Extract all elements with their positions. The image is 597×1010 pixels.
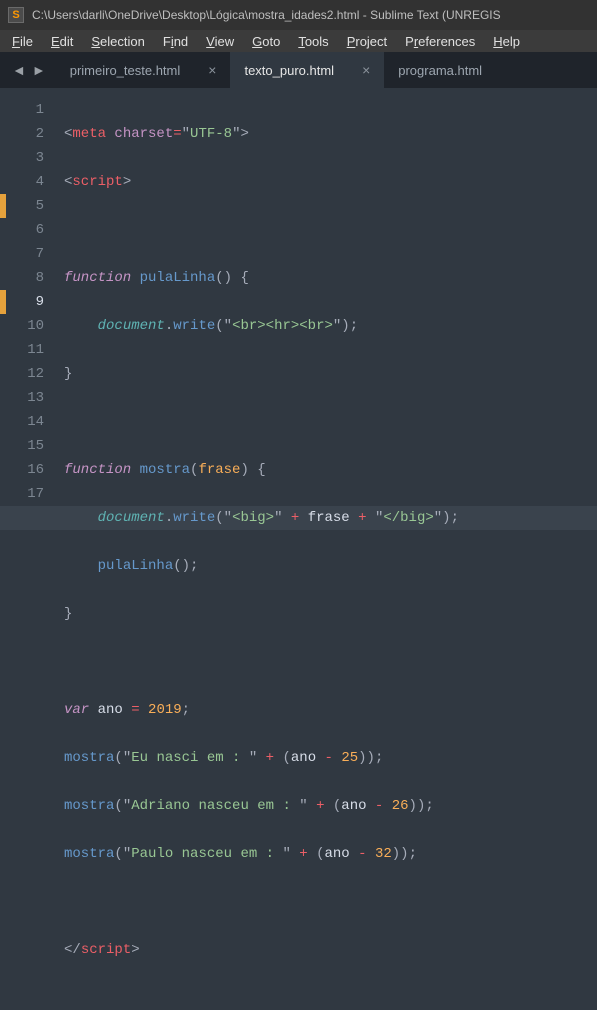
app-logo-icon: S <box>8 7 24 23</box>
editor[interactable]: 1 2 3 4 5 6 7 8 9 10 11 12 13 14 15 16 1… <box>0 88 597 512</box>
tab-label: texto_puro.html <box>244 63 334 78</box>
code-line: pulaLinha(); <box>64 554 459 578</box>
menu-file[interactable]: File <box>4 32 41 51</box>
code-line: } <box>64 602 459 626</box>
code-line: var ano = 2019; <box>64 698 459 722</box>
line-number: 7 <box>10 242 44 266</box>
line-number: 8 <box>10 266 44 290</box>
code-line: </script> <box>64 938 459 962</box>
bookmark-marker <box>0 290 6 314</box>
line-number: 2 <box>10 122 44 146</box>
code-line <box>64 650 459 674</box>
nav-back-icon[interactable]: ◄ <box>12 62 26 78</box>
tab-bar: ◄ ► primeiro_teste.html × texto_puro.htm… <box>0 52 597 88</box>
line-number: 3 <box>10 146 44 170</box>
line-number: 16 <box>10 458 44 482</box>
tab-programa[interactable]: programa.html <box>384 52 496 88</box>
line-number: 14 <box>10 410 44 434</box>
code-line: <meta charset="UTF-8"> <box>64 122 459 146</box>
menu-edit[interactable]: Edit <box>43 32 81 51</box>
tab-primeiro-teste[interactable]: primeiro_teste.html × <box>56 52 231 88</box>
close-icon[interactable]: × <box>362 63 370 77</box>
tab-label: primeiro_teste.html <box>70 63 181 78</box>
bookmark-marker <box>0 194 6 218</box>
code-line: function mostra(frase) { <box>64 458 459 482</box>
line-number: 1 <box>10 98 44 122</box>
menu-bar: File Edit Selection Find View Goto Tools… <box>0 30 597 52</box>
code-line: mostra("Adriano nasceu em : " + (ano - 2… <box>64 794 459 818</box>
title-bar: S C:\Users\darli\OneDrive\Desktop\Lógica… <box>0 0 597 30</box>
nav-forward-icon[interactable]: ► <box>32 62 46 78</box>
line-number: 6 <box>10 218 44 242</box>
line-number: 5 <box>10 194 44 218</box>
menu-goto[interactable]: Goto <box>244 32 288 51</box>
line-number: 15 <box>10 434 44 458</box>
line-number: 4 <box>10 170 44 194</box>
tab-label: programa.html <box>398 63 482 78</box>
code-area[interactable]: <meta charset="UTF-8"> <script> function… <box>54 88 459 512</box>
code-line <box>64 410 459 434</box>
line-number: 9 <box>10 290 44 314</box>
line-number-gutter: 1 2 3 4 5 6 7 8 9 10 11 12 13 14 15 16 1… <box>10 88 54 512</box>
window-title: C:\Users\darli\OneDrive\Desktop\Lógica\m… <box>32 8 501 22</box>
code-line: mostra("Paulo nasceu em : " + (ano - 32)… <box>64 842 459 866</box>
code-line: mostra("Eu nasci em : " + (ano - 25)); <box>64 746 459 770</box>
code-line <box>64 890 459 914</box>
menu-preferences[interactable]: Preferences <box>397 32 483 51</box>
line-number: 11 <box>10 338 44 362</box>
menu-help[interactable]: Help <box>485 32 528 51</box>
close-icon[interactable]: × <box>208 63 216 77</box>
line-number: 17 <box>10 482 44 506</box>
menu-view[interactable]: View <box>198 32 242 51</box>
code-line <box>64 218 459 242</box>
code-line: document.write("<br><hr><br>"); <box>64 314 459 338</box>
line-number: 10 <box>10 314 44 338</box>
menu-selection[interactable]: Selection <box>83 32 152 51</box>
line-number: 13 <box>10 386 44 410</box>
menu-project[interactable]: Project <box>339 32 395 51</box>
menu-find[interactable]: Find <box>155 32 196 51</box>
tab-texto-puro[interactable]: texto_puro.html × <box>230 52 384 88</box>
bookmark-gutter <box>0 88 10 512</box>
line-number: 12 <box>10 362 44 386</box>
menu-tools[interactable]: Tools <box>290 32 336 51</box>
code-line: } <box>64 362 459 386</box>
code-line: <script> <box>64 170 459 194</box>
code-line: function pulaLinha() { <box>64 266 459 290</box>
code-line: document.write("<big>" + frase + "</big>… <box>0 506 597 530</box>
